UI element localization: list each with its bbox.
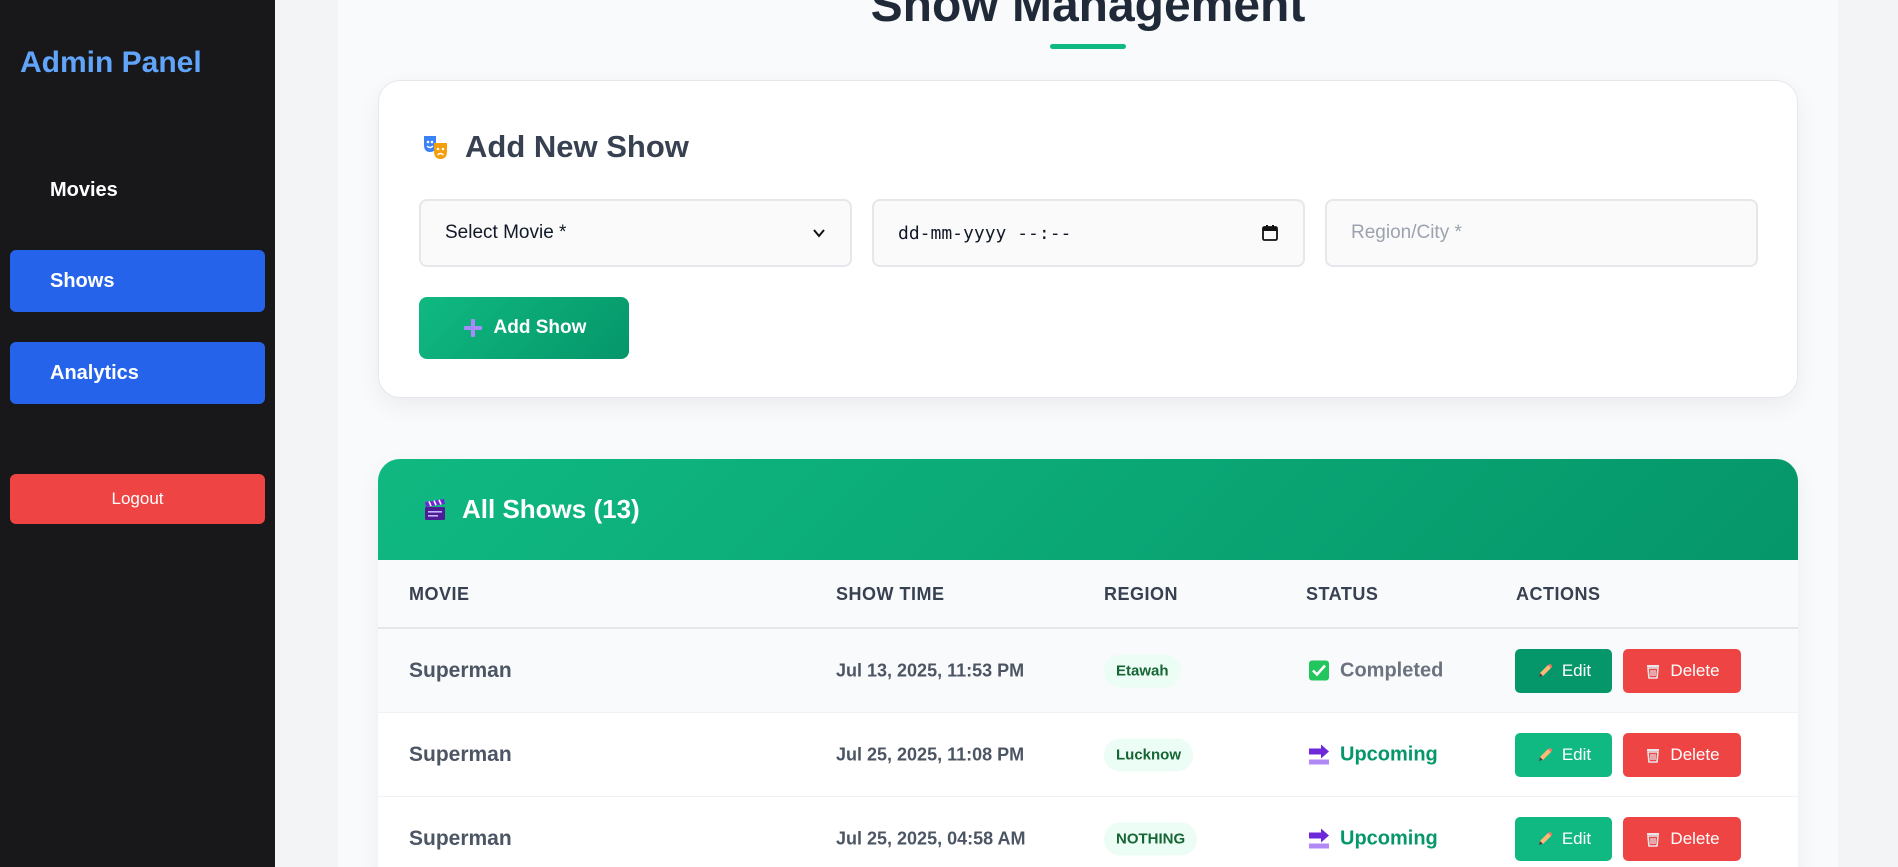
movie-select-value: Select Movie * [445, 222, 567, 243]
column-status: STATUS [1306, 584, 1379, 604]
delete-label: Delete [1670, 744, 1720, 764]
edit-label: Edit [1561, 828, 1592, 848]
pencil-icon [1536, 662, 1554, 680]
edit-button[interactable]: Edit [1515, 648, 1612, 693]
row-region-badge: Etawah [1104, 654, 1181, 687]
clapperboard-icon [422, 497, 448, 523]
row-status: Upcoming [1308, 743, 1438, 766]
sidebar: Admin Panel Movies Shows Analytics Logou… [0, 0, 275, 867]
shows-table-header: All Shows (13) [378, 459, 1798, 560]
sidebar-item-analytics[interactable]: Analytics [10, 342, 265, 404]
movie-select[interactable]: Select Movie * [419, 199, 852, 267]
row-show-time: Jul 13, 2025, 11:53 PM [836, 660, 1025, 680]
edit-label: Edit [1561, 660, 1592, 680]
trash-can-icon [1644, 746, 1662, 764]
shows-table-card: All Shows (13) MOVIE SHOW TIME REGION ST… [378, 459, 1798, 867]
edit-button[interactable]: Edit [1515, 732, 1612, 777]
soon-arrow-icon [1308, 828, 1330, 850]
calendar-icon[interactable] [1261, 224, 1279, 242]
row-status-label: Upcoming [1340, 827, 1438, 849]
column-actions: ACTIONS [1516, 584, 1601, 604]
check-box-icon [1308, 660, 1330, 682]
row-status: Upcoming [1308, 827, 1438, 850]
row-movie: Superman [409, 742, 512, 766]
delete-button[interactable]: Delete [1623, 648, 1741, 693]
trash-can-icon [1644, 830, 1662, 848]
row-status-label: Upcoming [1340, 743, 1438, 765]
sidebar-item-movies[interactable]: Movies [10, 159, 265, 221]
page-title: Show Management [870, 0, 1306, 32]
row-region-badge: Lucknow [1104, 738, 1194, 771]
show-datetime-input[interactable]: dd-mm-yyyy --:-- [872, 199, 1305, 267]
delete-button[interactable]: Delete [1623, 816, 1741, 861]
column-movie: MOVIE [409, 584, 470, 604]
row-movie: Superman [409, 826, 512, 850]
add-show-label: Add Show [493, 317, 587, 338]
edit-button[interactable]: Edit [1515, 816, 1612, 861]
pencil-icon [1536, 830, 1554, 848]
pencil-icon [1536, 746, 1554, 764]
add-show-title: Add New Show [465, 129, 689, 164]
row-region-badge: NOTHING [1104, 822, 1198, 855]
plus-icon [462, 317, 484, 339]
row-status: Completed [1308, 659, 1443, 682]
edit-label: Edit [1561, 744, 1592, 764]
delete-label: Delete [1670, 660, 1720, 680]
shows-table-title: All Shows (13) [462, 494, 640, 524]
row-status-label: Completed [1340, 659, 1444, 681]
table-row: Superman Jul 13, 2025, 11:53 PM Etawah C… [378, 629, 1798, 713]
trash-can-icon [1644, 662, 1662, 680]
row-show-time: Jul 25, 2025, 04:58 AM [836, 828, 1026, 848]
table-column-headers: MOVIE SHOW TIME REGION STATUS ACTIONS [378, 560, 1798, 629]
theater-masks-icon [421, 132, 451, 162]
column-region: REGION [1104, 584, 1179, 604]
add-show-button[interactable]: Add Show [419, 297, 629, 359]
table-row: Superman Jul 25, 2025, 04:58 AM NOTHING … [378, 797, 1798, 867]
region-placeholder: Region/City * [1351, 222, 1462, 243]
table-row: Superman Jul 25, 2025, 11:08 PM Lucknow … [378, 713, 1798, 797]
delete-label: Delete [1670, 828, 1720, 848]
title-underline [1050, 44, 1126, 49]
row-movie: Superman [409, 658, 512, 682]
row-show-time: Jul 25, 2025, 11:08 PM [836, 744, 1025, 764]
chevron-down-icon [812, 226, 826, 240]
add-show-card: Add New Show Select Movie * dd-mm-yyyy -… [378, 80, 1798, 398]
logout-button[interactable]: Logout [10, 474, 265, 524]
column-show-time: SHOW TIME [836, 584, 945, 604]
sidebar-item-shows[interactable]: Shows [10, 250, 265, 312]
soon-arrow-icon [1308, 744, 1330, 766]
region-input[interactable]: Region/City * [1325, 199, 1758, 267]
datetime-placeholder: dd-mm-yyyy --:-- [898, 222, 1072, 244]
add-show-heading: Add New Show [421, 129, 689, 165]
brand-title: Admin Panel [20, 46, 202, 79]
delete-button[interactable]: Delete [1623, 732, 1741, 777]
